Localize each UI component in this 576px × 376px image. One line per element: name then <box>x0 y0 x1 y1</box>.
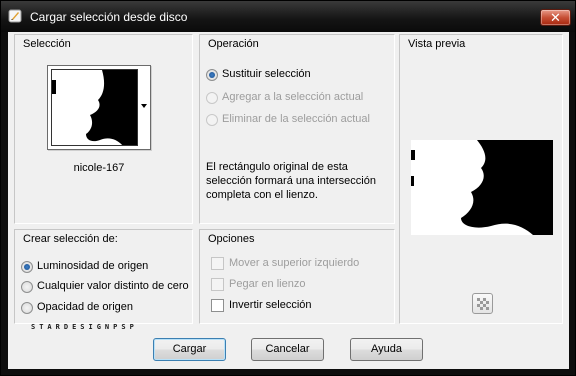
close-icon: ✕ <box>550 10 561 25</box>
paint-brush-icon <box>8 9 22 23</box>
cancelar-button[interactable]: Cancelar <box>251 338 324 361</box>
selection-thumbnail-dropdown[interactable] <box>47 65 151 150</box>
radio-label: Eliminar de la selección actual <box>222 113 370 125</box>
radio-dot[interactable] <box>206 114 218 126</box>
watermark-text: STARDESIGNPSP <box>31 323 138 331</box>
operacion-title: Operación <box>208 38 259 50</box>
preview-image <box>411 140 553 235</box>
operacion-description: El rectángulo original de esta selección… <box>206 161 376 201</box>
radio-label: Luminosidad de origen <box>37 260 149 272</box>
dialog-window: Cargar selección desde disco ✕ Selección… <box>0 0 576 376</box>
seleccion-title: Selección <box>23 38 71 50</box>
radio-dot[interactable] <box>21 261 33 273</box>
radio-dot[interactable] <box>206 92 218 104</box>
preview-image-svg <box>411 140 553 235</box>
checkbox-label: Pegar en lienzo <box>229 278 306 290</box>
radio-label: Cualquier valor distinto de cero <box>37 280 189 292</box>
chevron-down-icon <box>141 104 147 108</box>
radio-label: Agregar a la selección actual <box>222 91 364 103</box>
radio-label: Opacidad de origen <box>37 301 134 313</box>
window-title: Cargar selección desde disco <box>30 10 188 24</box>
vista-previa-title: Vista previa <box>408 38 466 50</box>
radio-dot[interactable] <box>21 302 33 314</box>
selection-thumbnail <box>51 69 138 146</box>
radio-dot[interactable] <box>206 69 218 81</box>
radio-label: Sustituir selección <box>222 68 311 80</box>
checkerboard-icon-svg <box>477 298 489 310</box>
ayuda-button[interactable]: Ayuda <box>350 338 423 361</box>
selection-file-name: nicole-167 <box>73 162 125 174</box>
cargar-button[interactable]: Cargar <box>153 338 226 361</box>
checkbox[interactable] <box>211 299 224 312</box>
opciones-title: Opciones <box>208 233 255 245</box>
operacion-panel: Operación Sustituir selección Agregar a … <box>199 34 395 224</box>
radio-dot[interactable] <box>21 281 33 293</box>
opciones-panel: Opciones Mover a superior izquierdo Pega… <box>199 229 395 324</box>
checkbox-label: Mover a superior izquierdo <box>229 257 360 269</box>
checkbox[interactable] <box>211 257 224 270</box>
seleccion-panel: Selección nicole-167 <box>14 34 193 224</box>
close-button[interactable]: ✕ <box>540 9 571 26</box>
selection-thumbnail-image <box>52 70 137 145</box>
crear-seleccion-panel: Crear selección de: Luminosidad de orige… <box>14 229 193 324</box>
checkbox[interactable] <box>211 278 224 291</box>
checkbox-label: Invertir selección <box>229 299 312 311</box>
title-bar[interactable]: Cargar selección desde disco ✕ <box>1 1 575 32</box>
dialog-body: Selección nicole-167 Operación Sustituir… <box>8 32 569 369</box>
vista-previa-panel: Vista previa <box>399 34 563 324</box>
crear-seleccion-title: Crear selección de: <box>23 233 118 245</box>
checkerboard-icon[interactable] <box>472 293 493 314</box>
